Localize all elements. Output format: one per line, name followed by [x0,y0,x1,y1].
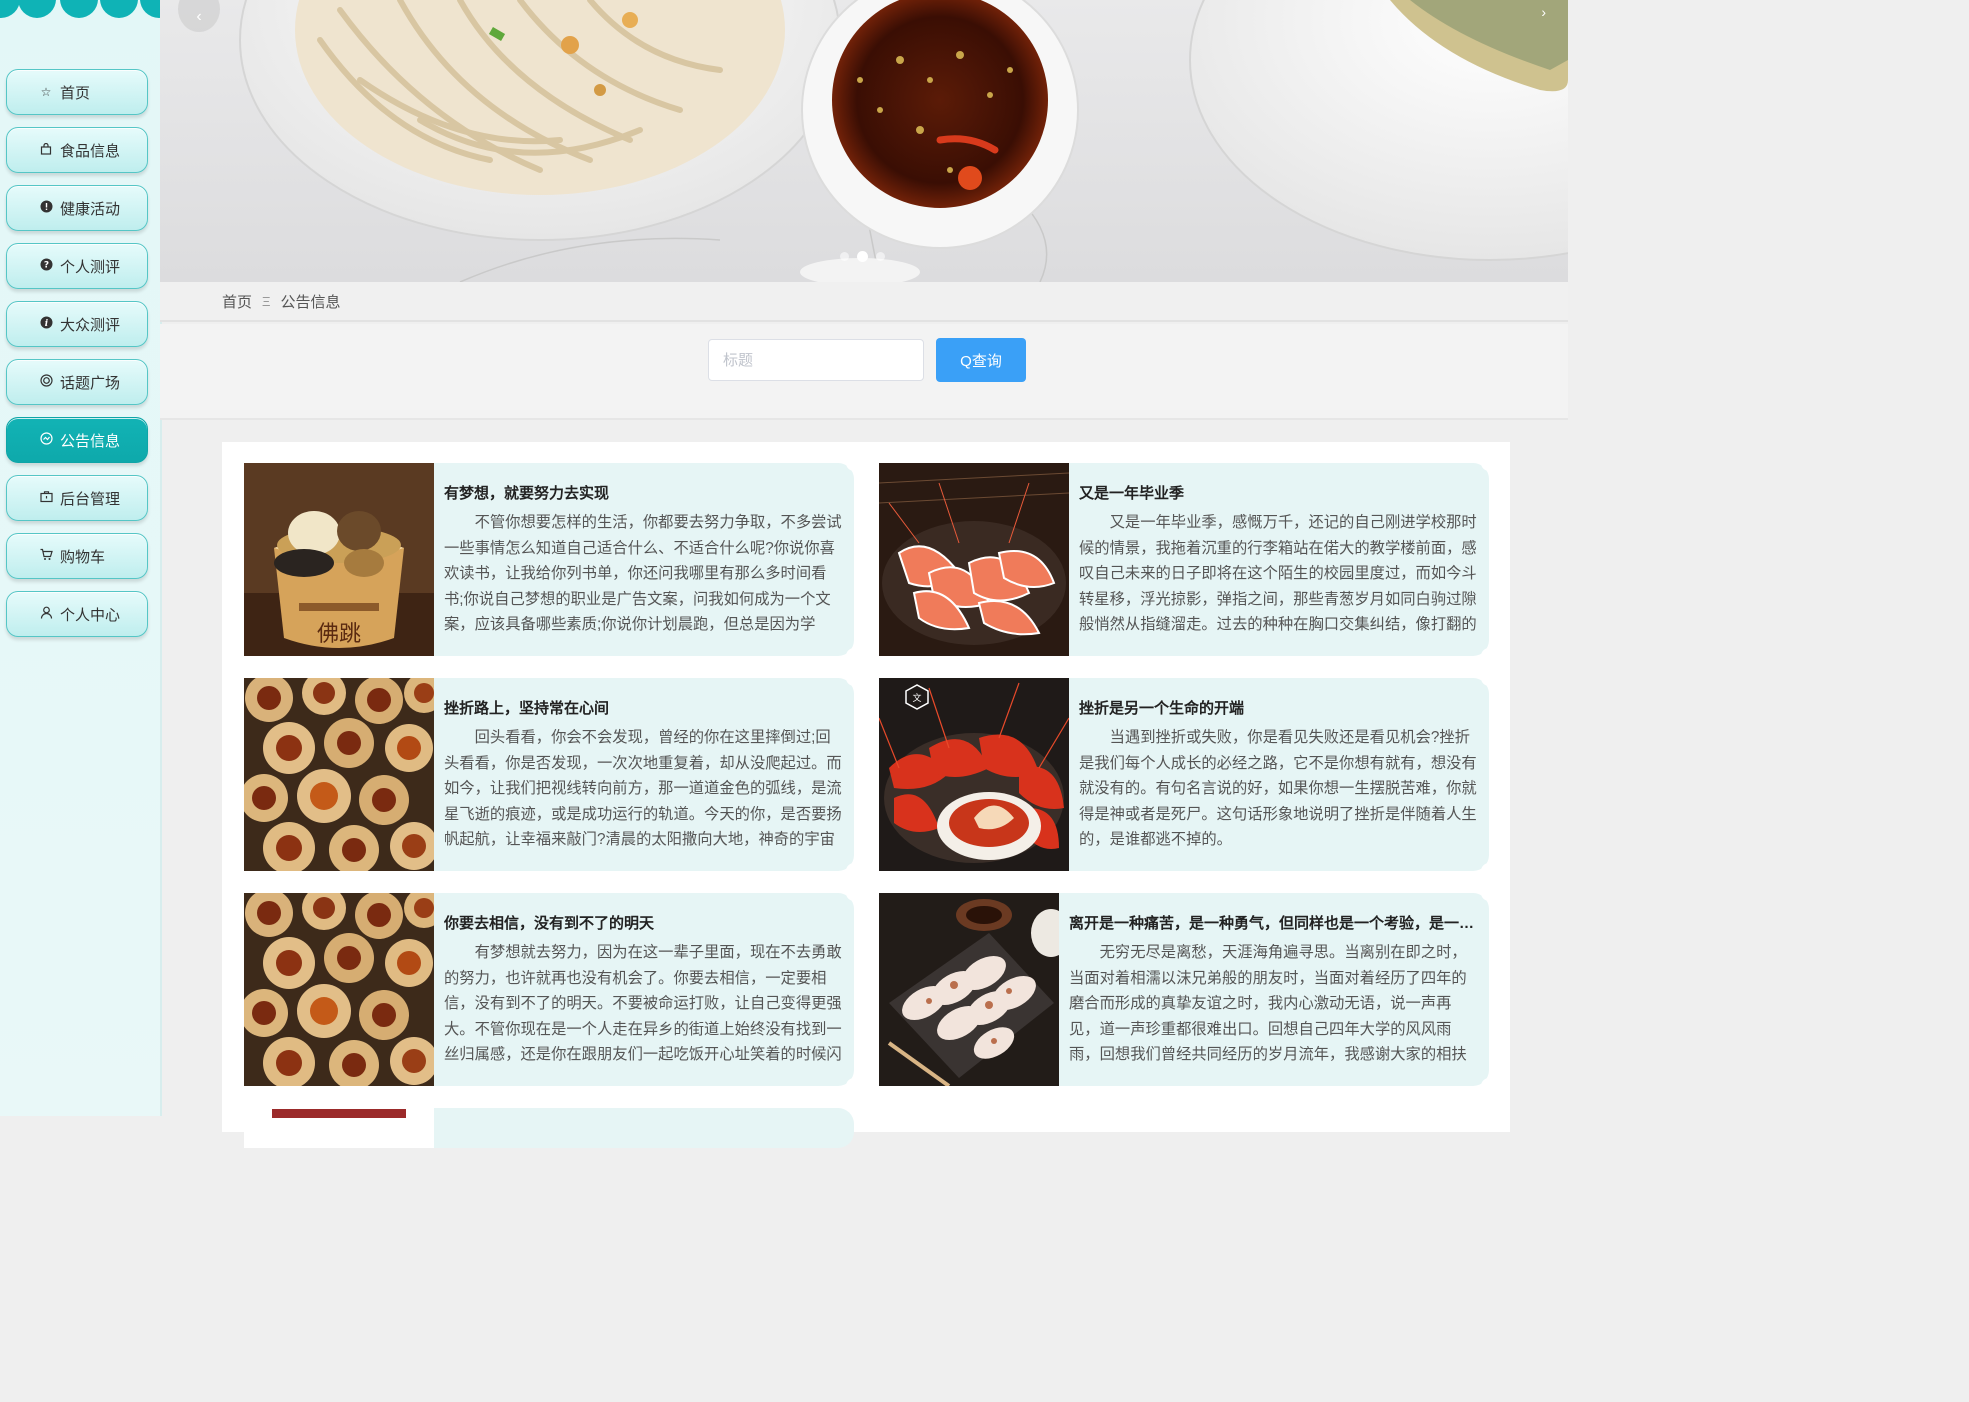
card-notch [846,885,862,901]
nav-item-cart[interactable]: 购物车 [6,533,148,579]
svg-text:i: i [44,319,48,329]
exclamation-circle-icon [39,200,53,216]
notice-thumbnail [879,463,1069,656]
nav-item-label: 公告信息 [60,432,121,450]
nav-item-health-activity[interactable]: 健康活动 [6,185,148,231]
star-icon: ☆ [40,85,52,99]
card-notch [846,863,862,879]
nav-item-food-info[interactable]: 食品信息 [6,127,148,173]
notice-summary: 回头看看，你会不会发现，曾经的你在这里摔倒过;回头看看，你是否发现，一次次地重复… [444,729,842,849]
user-icon [39,606,53,622]
card-notch [846,455,862,471]
notice-title[interactable]: 你要去相信，没有到不了的明天 [444,912,842,933]
notice-thumbnail [244,678,434,871]
notice-card[interactable]: 挫折路上，坚持常在心间 回头看看，你会不会发现，曾经的你在这里摔倒过;回头看看，… [244,670,862,879]
nav-menu: ☆ 首页 食品信息 健康活动 ? 个人测评 i 大众测评 话题广场 公告信息 后… [6,69,152,649]
nav-item-label: 后台管理 [60,490,121,508]
notice-card[interactable]: 文 挫折是另一个生命的开端 当遇到挫折或失败，你是看见失败还是看见机会?挫折是我… [879,670,1497,879]
notice-summary: 无穷无尽是离愁，天涯海角遍寻思。当离别在即之时，当面对着相濡以沫兄弟般的朋友时，… [1069,944,1467,1064]
nav-item-home[interactable]: ☆ 首页 [6,69,148,115]
nav-item-public-assessment[interactable]: i 大众测评 [6,301,148,347]
bag-icon [39,142,53,158]
notice-title[interactable]: 挫折路上，坚持常在心间 [444,697,842,718]
nav-item-label: 个人中心 [60,606,121,624]
breadcrumb-home[interactable]: 首页 [222,291,252,312]
notice-title[interactable]: 挫折是另一个生命的开端 [1079,697,1477,718]
nav-item-label: 首页 [60,84,91,102]
chevron-right-icon: › [1541,4,1546,20]
notice-thumbnail [879,893,1059,1086]
card-notch [1481,455,1497,471]
carousel-dot[interactable] [876,252,885,261]
nav-item-label: 食品信息 [60,142,121,160]
nav-item-label: 大众测评 [60,316,121,334]
nav-item-label: 话题广场 [60,374,121,392]
info-circle-icon: i [39,316,53,332]
card-notch [1481,648,1497,664]
nav-item-label: 个人测评 [60,258,121,276]
briefcase-icon [39,490,53,506]
card-notch [1481,1078,1497,1094]
notice-thumbnail: 佛跳 [244,463,434,656]
notice-summary: 又是一年毕业季，感慨万千，还记的自己刚进学校那时候的情景，我拖着沉重的行李箱站在… [1079,514,1477,634]
nav-item-admin[interactable]: 后台管理 [6,475,148,521]
notice-title[interactable]: 又是一年毕业季 [1079,482,1477,503]
sidebar: ☆ 首页 食品信息 健康活动 ? 个人测评 i 大众测评 话题广场 公告信息 后… [0,0,178,1116]
svg-text:佛跳: 佛跳 [317,622,361,647]
carousel-indicators [840,251,885,262]
chart-circle-icon [39,432,53,448]
notice-thumbnail [244,893,434,1086]
nav-item-personal-assessment[interactable]: ? 个人测评 [6,243,148,289]
card-notch [846,670,862,686]
notice-card[interactable]: 离开是一种痛苦，是一种勇气，但同样也是一个考验，是一个机会 无穷无尽是离愁，天涯… [879,885,1497,1094]
card-notch [1481,885,1497,901]
banner-food-image [239,0,1568,282]
nav-item-topic-square[interactable]: 话题广场 [6,359,148,405]
title-search-input[interactable] [708,339,924,381]
carousel-dot-active[interactable] [857,251,868,262]
notice-summary: 当遇到挫折或失败，你是看见失败还是看见机会?挫折是我们每个人成长的必经之路，它不… [1079,729,1477,849]
banner-carousel: ‹ › [160,0,1568,282]
ring-icon [39,374,53,390]
breadcrumb-current: 公告信息 [280,293,341,311]
nav-item-label: 健康活动 [60,200,121,218]
notice-thumbnail: 文 [879,678,1069,871]
cart-icon [39,548,53,564]
scallop-decoration [0,0,178,20]
notice-card[interactable]: 又是一年毕业季 又是一年毕业季，感慨万千，还记的自己刚进学校那时候的情景，我拖着… [879,455,1497,664]
notice-card[interactable]: 佛跳 有梦想，就要努力去实现 不管你想要怎样的生活，你都要去努力争取，不多尝试一… [244,455,862,664]
svg-text:文: 文 [912,692,921,704]
notice-card[interactable] [244,1108,854,1148]
notice-title[interactable]: 有梦想，就要努力去实现 [444,482,842,503]
carousel-next-button[interactable]: › [1541,4,1546,20]
notice-summary: 有梦想就去努力，因为在这一辈子里面，现在不去勇敢的努力，也许就再也没有机会了。你… [444,944,842,1064]
card-notch [846,648,862,664]
notice-card[interactable]: 你要去相信，没有到不了的明天 有梦想就去努力，因为在这一辈子里面，现在不去勇敢的… [244,885,862,1094]
card-notch [1481,670,1497,686]
question-circle-icon: ? [39,258,53,274]
notice-list: 佛跳 有梦想，就要努力去实现 不管你想要怎样的生活，你都要去努力争取，不多尝试一… [222,442,1510,1148]
svg-text:?: ? [43,261,48,271]
nav-item-label: 购物车 [60,548,106,566]
card-notch [1481,863,1497,879]
breadcrumb: 首页 Ξ 公告信息 [160,282,1568,322]
nav-item-user-center[interactable]: 个人中心 [6,591,148,637]
notice-title[interactable]: 离开是一种痛苦，是一种勇气，但同样也是一个考验，是一个机会 [1069,912,1479,933]
card-notch [846,1078,862,1094]
breadcrumb-separator-icon: Ξ [262,293,271,309]
notice-summary: 不管你想要怎样的生活，你都要去努力争取，不多尝试一些事情怎么知道自己适合什么、不… [444,514,842,634]
chevron-left-icon: ‹ [196,8,202,25]
nav-item-announcements[interactable]: 公告信息 [6,417,148,463]
notice-thumbnail [244,1108,434,1148]
search-bar: Q查询 [160,324,1568,420]
search-button[interactable]: Q查询 [936,338,1026,382]
carousel-dot[interactable] [840,252,849,261]
